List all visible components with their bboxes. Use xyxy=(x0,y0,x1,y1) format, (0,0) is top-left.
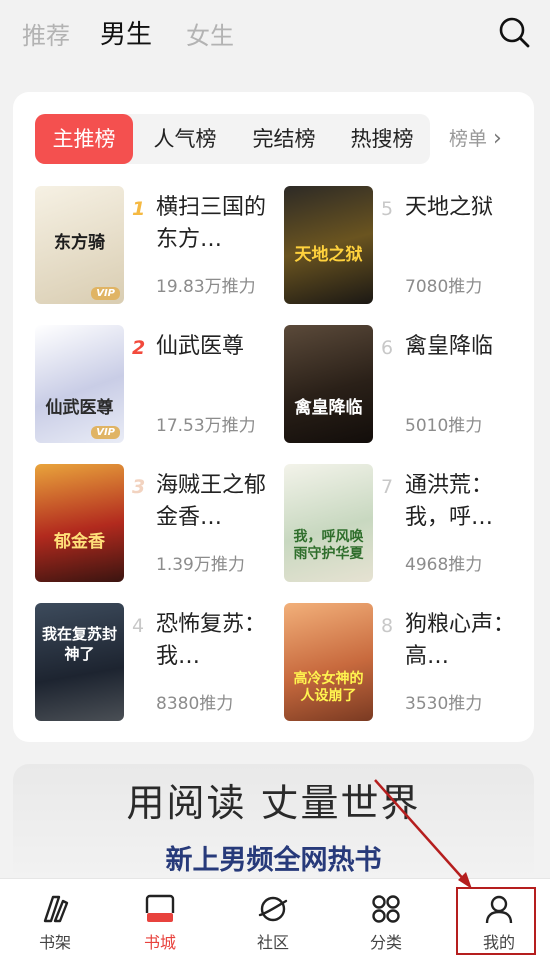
cover-title: 我在复苏封神了 xyxy=(41,625,117,664)
book-title: 天地之狱 xyxy=(405,195,494,220)
book-title: 恐怖复苏：我… xyxy=(156,612,267,669)
book-item[interactable]: 仙武医尊 VIP 2 仙武医尊 17.53万推力 xyxy=(35,325,275,443)
book-popularity: 4968推力 xyxy=(405,555,483,575)
book-cover: 东方骑 VIP xyxy=(35,186,124,304)
book-popularity: 5010推力 xyxy=(405,416,483,436)
book-cover: 禽皇降临 xyxy=(284,325,373,443)
rank-number: 2 xyxy=(132,337,146,359)
book-cover: 郁金香 xyxy=(35,464,124,582)
cover-title: 禽皇降临 xyxy=(294,398,363,419)
cover-title: 东方骑 xyxy=(54,233,105,254)
nav-category[interactable]: 分类 xyxy=(331,879,441,960)
book-popularity: 17.53万推力 xyxy=(156,416,256,436)
cover-title: 郁金香 xyxy=(54,532,105,553)
grid-icon xyxy=(372,895,400,923)
banner-slogan: 用阅读 丈量世界 xyxy=(126,781,421,825)
book-title: 仙武医尊 xyxy=(156,334,245,359)
tab-female[interactable]: 女生 xyxy=(186,16,234,51)
promo-banner[interactable]: 用阅读 丈量世界 新上男频全网热书 xyxy=(13,764,534,894)
tab-hot-search[interactable]: 热搜榜 xyxy=(333,114,431,164)
rank-number: 6 xyxy=(381,337,394,359)
book-item[interactable]: 我在复苏封神了 4 恐怖复苏：我… 8380推力 xyxy=(35,603,275,721)
rank-number: 7 xyxy=(381,476,394,498)
nav-label: 书架 xyxy=(38,933,71,952)
book-item[interactable]: 高冷女神的人设崩了 8 狗粮心声：高… 3530推力 xyxy=(284,603,524,721)
book-item[interactable]: 天地之狱 5 天地之狱 7080推力 xyxy=(284,186,524,304)
banner-subtitle: 新上男频全网热书 xyxy=(165,845,382,876)
book-popularity: 8380推力 xyxy=(156,694,234,714)
book-cover: 高冷女神的人设崩了 xyxy=(284,603,373,721)
rank-number: 8 xyxy=(381,615,394,637)
tab-popularity[interactable]: 人气榜 xyxy=(136,114,234,164)
rank-number: 5 xyxy=(381,198,394,220)
book-cover: 我，呼风唤雨守护华夏 xyxy=(284,464,373,582)
bookshelf-icon xyxy=(43,895,69,923)
rank-number: 1 xyxy=(132,198,146,220)
nav-community[interactable]: 社区 xyxy=(218,879,328,960)
nav-label: 社区 xyxy=(256,933,289,952)
nav-label: 书城 xyxy=(143,933,176,952)
search-icon[interactable] xyxy=(496,14,532,50)
book-popularity: 1.39万推力 xyxy=(156,555,245,575)
cover-title: 仙武医尊 xyxy=(45,398,114,419)
cover-title: 我，呼风唤雨守护华夏 xyxy=(293,528,364,562)
nav-bookshelf[interactable]: 书架 xyxy=(0,879,110,960)
ranking-more-label: 榜单 xyxy=(449,128,488,150)
rank-number: 3 xyxy=(132,476,146,498)
book-popularity: 19.83万推力 xyxy=(156,277,256,297)
tab-main-recommend[interactable]: 主推榜 xyxy=(35,114,133,164)
book-item[interactable]: 我，呼风唤雨守护华夏 7 通洪荒：我，呼… 4968推力 xyxy=(284,464,524,582)
vip-badge: VIP xyxy=(91,426,120,439)
top-bar: 推荐 男生 女生 xyxy=(0,0,550,68)
book-title: 海贼王之郁金香… xyxy=(156,473,267,530)
book-cover: 仙武医尊 VIP xyxy=(35,325,124,443)
tab-male[interactable]: 男生 xyxy=(100,14,152,51)
book-title: 通洪荒：我，呼… xyxy=(405,473,494,530)
nav-label: 分类 xyxy=(369,933,402,952)
book-item[interactable]: 东方骑 VIP 1 横扫三国的东方… 19.83万推力 xyxy=(35,186,275,304)
book-item[interactable]: 郁金香 3 海贼王之郁金香… 1.39万推力 xyxy=(35,464,275,582)
ranking-more-link[interactable]: 榜单 › xyxy=(449,114,502,164)
cover-title: 高冷女神的人设崩了 xyxy=(293,671,364,705)
chevron-right-icon: › xyxy=(493,126,502,151)
bookstore-icon xyxy=(145,894,175,922)
nav-bookstore[interactable]: 书城 xyxy=(105,879,215,960)
planet-icon xyxy=(258,896,288,922)
book-popularity: 7080推力 xyxy=(405,277,483,297)
tab-recommend[interactable]: 推荐 xyxy=(22,16,70,51)
ranking-tabs: 主推榜 人气榜 完结榜 热搜榜 xyxy=(35,114,430,164)
book-cover: 天地之狱 xyxy=(284,186,373,304)
rank-number: 4 xyxy=(132,615,145,637)
vip-badge: VIP xyxy=(91,287,120,300)
cover-title: 天地之狱 xyxy=(294,245,363,265)
book-title: 横扫三国的东方… xyxy=(156,195,267,252)
book-cover: 我在复苏封神了 xyxy=(35,603,124,721)
book-item[interactable]: 禽皇降临 6 禽皇降临 5010推力 xyxy=(284,325,524,443)
tab-completed[interactable]: 完结榜 xyxy=(235,114,333,164)
book-popularity: 3530推力 xyxy=(405,694,483,714)
book-title: 禽皇降临 xyxy=(405,334,494,359)
book-title: 狗粮心声：高… xyxy=(405,612,516,669)
ranking-card: 主推榜 人气榜 完结榜 热搜榜 榜单 › 东方骑 VIP 1 横扫三国的东方… 1… xyxy=(13,92,534,742)
highlight-box xyxy=(456,887,536,955)
